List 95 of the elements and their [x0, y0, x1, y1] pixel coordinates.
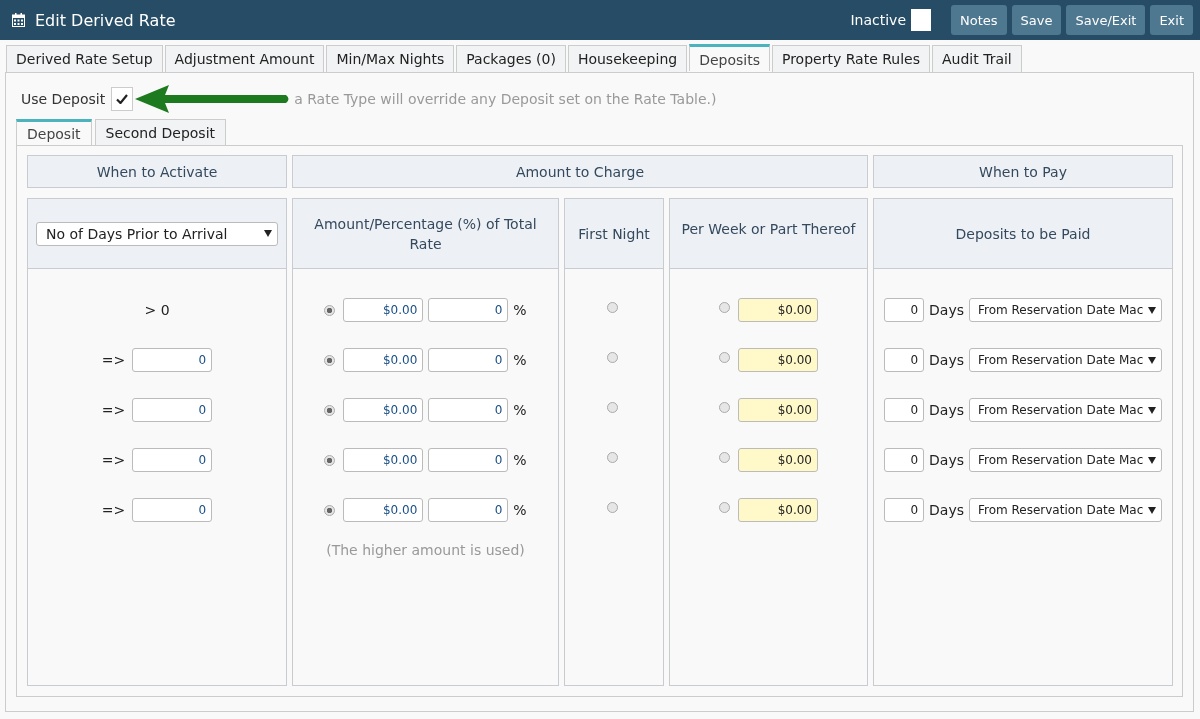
operator-label: => — [101, 402, 126, 418]
sub-tab[interactable]: Deposit — [16, 119, 92, 145]
per-week-input[interactable]: $0.00 — [738, 348, 818, 372]
amount-input[interactable]: $0.00 — [343, 448, 424, 472]
days-label: Days — [929, 452, 964, 468]
caret-icon — [1147, 406, 1156, 414]
percent-label: % — [513, 352, 527, 368]
days-label: Days — [929, 352, 964, 368]
check-icon — [116, 94, 129, 104]
per-week-input[interactable]: $0.00 — [738, 448, 818, 472]
from-select[interactable]: From Reservation Date Mac — [968, 348, 1162, 372]
amount-radio[interactable] — [324, 404, 336, 416]
per-week-radio[interactable] — [719, 302, 730, 313]
days-input[interactable]: 0 — [132, 448, 213, 472]
use-deposit-checkbox[interactable] — [111, 87, 134, 111]
tab[interactable]: Property Rate Rules — [771, 45, 930, 72]
per-week-radio[interactable] — [719, 452, 730, 463]
first-night-radio[interactable] — [607, 302, 618, 313]
caret-icon — [1147, 456, 1156, 464]
group-header: When to Activate — [27, 155, 287, 188]
per-week-input[interactable]: $0.00 — [738, 298, 818, 322]
percent-input[interactable]: 0 — [428, 498, 509, 522]
percent-label: % — [513, 452, 527, 468]
from-select[interactable]: From Reservation Date Mac — [968, 398, 1162, 422]
first-night-radio[interactable] — [607, 352, 618, 363]
first-night-radio[interactable] — [607, 402, 618, 413]
use-deposit-label: Use Deposit — [21, 91, 106, 107]
header-button[interactable]: Notes — [951, 5, 1007, 35]
amount-input[interactable]: $0.00 — [343, 348, 424, 372]
days-input[interactable]: 0 — [884, 348, 924, 372]
amount-radio[interactable] — [324, 354, 336, 366]
calendar-icon — [12, 13, 25, 27]
percent-label: % — [513, 402, 527, 418]
tab[interactable]: Packages (0) — [456, 45, 566, 72]
per-week-input[interactable]: $0.00 — [738, 498, 818, 522]
days-input[interactable]: 0 — [884, 498, 924, 522]
from-select[interactable]: From Reservation Date Mac — [968, 298, 1162, 322]
per-week-radio[interactable] — [719, 352, 730, 363]
caret-icon — [1147, 356, 1156, 364]
tab[interactable]: Derived Rate Setup — [6, 45, 163, 72]
percent-input[interactable]: 0 — [428, 298, 509, 322]
caret-icon — [1147, 506, 1156, 514]
days-label: Days — [929, 302, 964, 318]
from-select[interactable]: From Reservation Date Mac — [968, 448, 1162, 472]
operator-label: => — [101, 452, 126, 468]
amount-input[interactable]: $0.00 — [343, 398, 424, 422]
percent-input[interactable]: 0 — [428, 398, 509, 422]
tab[interactable]: Housekeeping — [567, 45, 688, 72]
column-header: First Night — [578, 224, 650, 244]
column-header: Amount/Percentage (%) of Total Rate — [313, 214, 538, 254]
amount-radio[interactable] — [324, 304, 336, 316]
first-night-radio[interactable] — [607, 502, 618, 513]
per-week-radio[interactable] — [719, 402, 730, 413]
caret-icon — [1147, 306, 1156, 314]
window-title: Edit Derived Rate — [35, 10, 176, 30]
days-input[interactable]: 0 — [884, 398, 924, 422]
activate-select[interactable]: No of Days Prior to Arrival — [36, 221, 278, 246]
amount-note: (The higher amount is used) — [326, 542, 525, 558]
percent-input[interactable]: 0 — [428, 448, 509, 472]
amount-radio[interactable] — [324, 454, 336, 466]
days-label: Days — [929, 402, 964, 418]
days-input[interactable]: 0 — [132, 498, 213, 522]
operator-label: => — [101, 352, 126, 368]
column-header: Per Week or Part Thereof — [681, 220, 856, 239]
percent-input[interactable]: 0 — [428, 348, 509, 372]
per-week-radio[interactable] — [719, 502, 730, 513]
tab[interactable]: Adjustment Amount — [164, 45, 325, 72]
activate-label: > 0 — [144, 302, 170, 318]
group-header: Amount to Charge — [292, 155, 868, 188]
from-select[interactable]: From Reservation Date Mac — [968, 498, 1162, 522]
per-week-input[interactable]: $0.00 — [738, 398, 818, 422]
caret-icon — [264, 230, 272, 237]
days-input[interactable]: 0 — [132, 398, 213, 422]
deposit-note: a Rate Type will override any Deposit set on the Rate Table.) — [294, 91, 717, 107]
column-header: Deposits to be Paid — [955, 224, 1091, 244]
amount-input[interactable]: $0.00 — [343, 498, 424, 522]
days-input[interactable]: 0 — [884, 298, 924, 322]
sub-tab[interactable]: Second Deposit — [94, 119, 227, 145]
tab[interactable]: Deposits — [689, 44, 770, 71]
days-input[interactable]: 0 — [884, 448, 924, 472]
first-night-radio[interactable] — [607, 452, 618, 463]
days-input[interactable]: 0 — [132, 348, 213, 372]
percent-label: % — [513, 302, 527, 318]
header-button[interactable]: Exit — [1150, 5, 1193, 35]
days-label: Days — [929, 502, 964, 518]
header-button[interactable]: Save/Exit — [1066, 5, 1146, 35]
group-header: When to Pay — [873, 155, 1173, 188]
tab[interactable]: Audit Trail — [931, 45, 1022, 72]
header-button[interactable]: Save — [1011, 5, 1062, 35]
operator-label: => — [101, 502, 126, 518]
inactive-label: Inactive — [850, 12, 906, 28]
amount-input[interactable]: $0.00 — [343, 298, 424, 322]
amount-radio[interactable] — [324, 504, 336, 516]
tab[interactable]: Min/Max Nights — [326, 45, 455, 72]
percent-label: % — [513, 502, 527, 518]
